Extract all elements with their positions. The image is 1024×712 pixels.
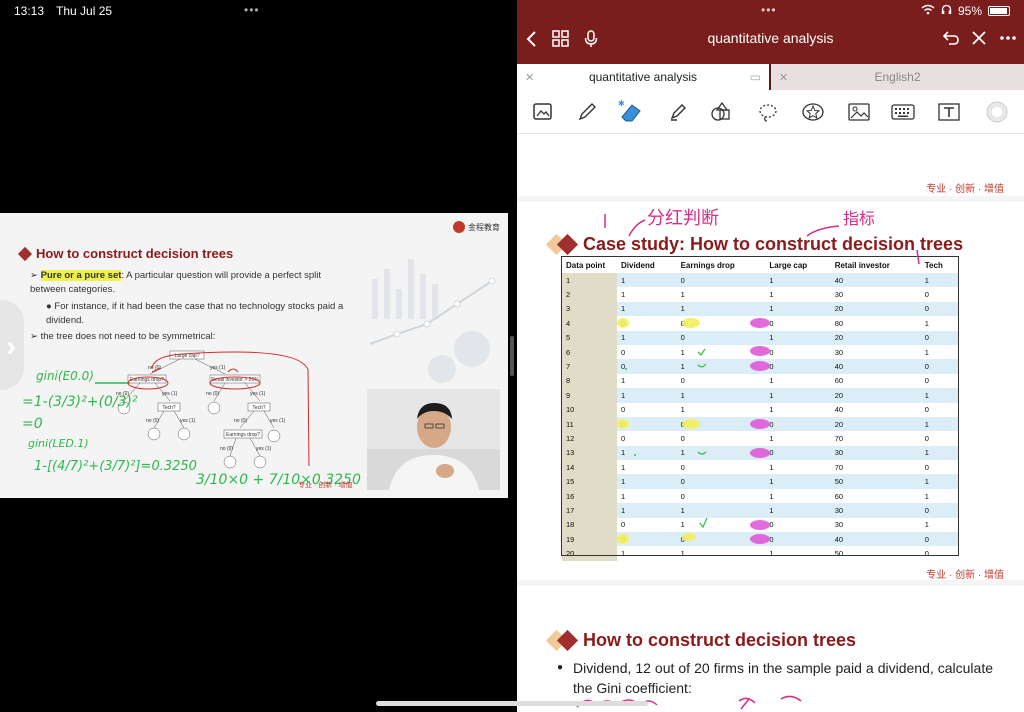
keyboard-icon [891, 104, 915, 120]
slide-bullet-1: ➢ Pure or a pure set: A particular quest… [30, 270, 321, 295]
svg-text:gini(LED.1): gini(LED.1) [28, 437, 89, 450]
svg-text:=0: =0 [22, 416, 43, 432]
wifi-icon [921, 4, 935, 18]
page-1: 专业 · 创新 · 增值 [517, 134, 1024, 196]
close-icon [972, 31, 986, 45]
slide-bullet-2: ● For instance, if it had been the case … [46, 301, 344, 326]
image-edit-icon [533, 103, 552, 120]
split-handle-right[interactable]: ••• [761, 3, 777, 17]
chevron-right-icon[interactable]: › [6, 330, 16, 364]
image-tool[interactable] [845, 98, 873, 126]
split-view-divider[interactable] [510, 336, 514, 376]
sticker-tool[interactable] [799, 98, 827, 126]
diamond-icon [17, 246, 33, 261]
color-tool[interactable] [983, 98, 1011, 126]
shapes-tool[interactable] [708, 98, 736, 126]
status-bar-left: 13:13 Thu Jul 25 [14, 4, 112, 18]
headphones-icon [941, 4, 952, 18]
pen-tool[interactable] [573, 98, 601, 126]
battery-icon [988, 6, 1010, 16]
star-sticker-icon [802, 103, 824, 121]
undo-icon [942, 31, 959, 45]
shapes-icon [711, 101, 730, 121]
tab-close-icon[interactable]: ✕ [779, 71, 788, 84]
app-header: ••• 95% quantitative analysis [517, 0, 1024, 64]
lasso-icon [759, 104, 777, 122]
document-canvas[interactable]: 专业 · 创新 · 增值 Case study: How to construc… [517, 134, 1024, 712]
logo-icon [453, 221, 465, 233]
tab-quantitative-analysis[interactable]: ✕ quantitative analysis ▭ [517, 64, 769, 90]
keyboard-tool[interactable] [889, 98, 917, 126]
status-date: Thu Jul 25 [56, 4, 113, 18]
lecture-video[interactable]: 金程教育 How to construct decision trees ➢ P… [0, 213, 508, 498]
company-logo: 金程教育 [453, 221, 500, 233]
page-footer: 专业 · 创新 · 增值 [926, 570, 1004, 581]
page-2: Case study: How to construct decision tr… [517, 202, 1024, 581]
undo-button[interactable] [942, 30, 960, 51]
close-button[interactable] [971, 30, 987, 51]
lasso-tool[interactable] [754, 98, 782, 126]
svg-text:1-[(4/7)²+(3/7)²]=0.3250: 1-[(4/7)²+(3/7)²]=0.3250 [34, 459, 197, 474]
svg-text:=1-(3/3)²+(0/3)²: =1-(3/3)²+(0/3)² [22, 394, 138, 410]
presenter-figure-icon [367, 389, 500, 490]
image-icon [848, 103, 870, 121]
pen-icon [578, 103, 596, 121]
presenter-webcam [367, 389, 500, 490]
more-icon [1000, 36, 1016, 40]
highlighter-tool[interactable] [664, 98, 692, 126]
svg-text:指标: 指标 [843, 209, 875, 228]
battery-percent: 95% [957, 4, 982, 18]
svg-text:gini(E0.0): gini(E0.0) [36, 369, 94, 383]
case-study-title: Case study: How to construct decision tr… [545, 233, 963, 256]
split-tab-icon[interactable]: ▭ [750, 70, 761, 84]
page-3: How to construct decision trees Dividend… [517, 586, 1024, 712]
svg-text:✱: ✱ [618, 99, 625, 108]
slide-bullet-3: ➢ the tree does not need to be symmetric… [30, 331, 216, 342]
document-tabs: ✕ quantitative analysis ▭ ✕ English2 [517, 64, 1024, 90]
eraser-icon: ✱ [618, 99, 641, 122]
table-border [561, 256, 959, 556]
status-time: 13:13 [14, 4, 45, 18]
highlighter-icon [670, 104, 686, 121]
drawing-toolbar: ✱ [517, 90, 1024, 134]
page-footer: 专业 · 创新 · 增值 [926, 184, 1004, 195]
lasso-image-tool[interactable] [529, 98, 557, 126]
tab-close-icon[interactable]: ✕ [525, 71, 534, 84]
split-handle-left[interactable]: ••• [244, 3, 260, 17]
status-bar-right: 95% [921, 4, 1010, 18]
tab-english2[interactable]: ✕ English2 [771, 64, 1024, 90]
slide-footer: 专业 · 创新 · 增值 [298, 482, 353, 489]
color-swatch-icon [986, 101, 1008, 123]
eraser-tool[interactable]: ✱ [617, 98, 645, 126]
slide-title: How to construct decision trees [17, 246, 233, 261]
text-tool[interactable] [935, 98, 963, 126]
more-button[interactable] [999, 30, 1017, 51]
text-box-icon [938, 103, 960, 121]
section-title: How to construct decision trees [545, 629, 856, 652]
svg-text:分红判断: 分红判断 [647, 208, 719, 229]
home-indicator[interactable] [376, 701, 648, 706]
notes-app: ••• 95% quantitative analysis ✕ quantita… [517, 0, 1024, 712]
